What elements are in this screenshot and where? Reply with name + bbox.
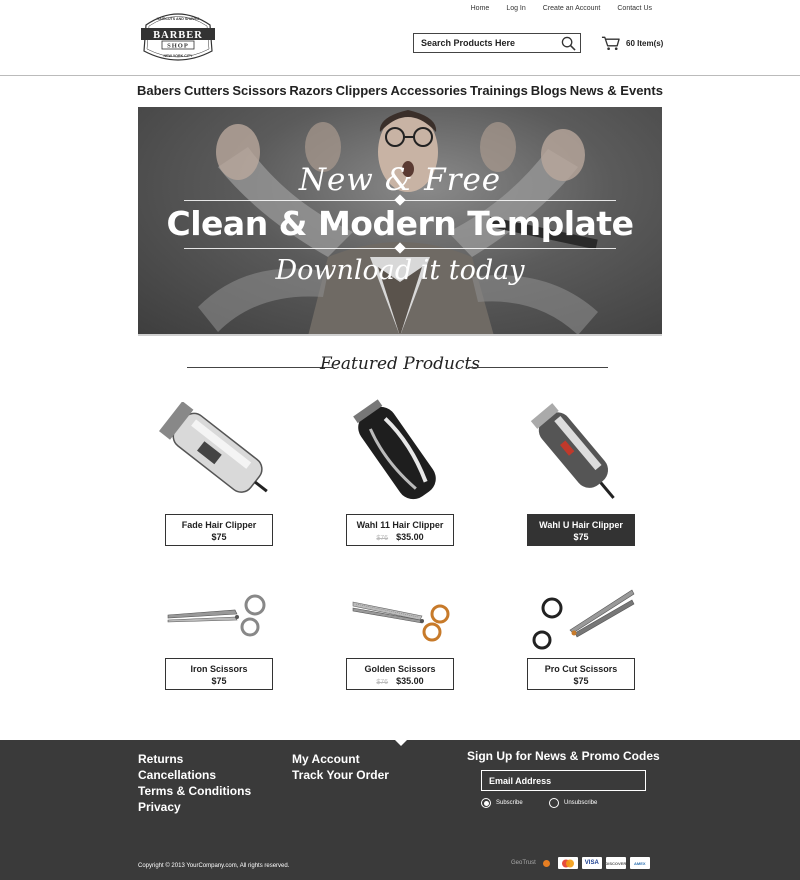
wahl-11-hair-clipper-image[interactable] (342, 398, 452, 508)
search-input[interactable] (414, 38, 554, 48)
product-label[interactable]: Iron Scissors $75 (165, 658, 273, 690)
email-field[interactable] (481, 770, 646, 791)
header-divider (0, 75, 800, 76)
hero-script-top: New & Free (298, 162, 502, 198)
nav-item-trainings[interactable]: Trainings (470, 83, 528, 98)
featured-divider-right (468, 367, 608, 368)
signup-title: Sign Up for News & Promo Codes (467, 749, 660, 763)
track-order-link[interactable]: Track Your Order (292, 767, 389, 783)
product-label[interactable]: Pro Cut Scissors $75 (527, 658, 635, 690)
barber-shop-logo[interactable]: HAIRCUTS AND SHAVES BARBER SHOP NEW YORK… (138, 7, 218, 67)
radio-selected-icon (481, 798, 491, 808)
visa-icon: VISA (581, 857, 602, 869)
cart[interactable]: 60 Item(s) (601, 35, 663, 51)
login-link[interactable]: Log In (506, 5, 525, 12)
my-account-link[interactable]: My Account (292, 751, 389, 767)
product-name: Pro Cut Scissors (544, 664, 618, 674)
home-link[interactable]: Home (471, 5, 490, 12)
nav-item-news-events[interactable]: News & Events (570, 83, 663, 98)
product-name: Wahl U Hair Clipper (539, 520, 623, 530)
geotrust-badge: GeoTrust (511, 860, 536, 866)
footer-notch (395, 740, 407, 746)
product-price: $75 (573, 532, 589, 542)
hero-script-bottom: Download it today (275, 255, 525, 286)
subscribe-radio[interactable]: Subscribe (481, 798, 523, 808)
top-links: Home Log In Create an Account Contact Us (454, 5, 652, 12)
product-old-price: $76 (376, 535, 389, 542)
unsubscribe-label: Unsubscribe (564, 800, 598, 806)
nav-item-scissors[interactable]: Scissors (232, 83, 286, 98)
nav-item-blogs[interactable]: Blogs (531, 83, 567, 98)
fade-hair-clipper-image[interactable] (150, 402, 280, 502)
product-name: Golden Scissors (364, 664, 436, 674)
product-label[interactable]: Wahl 11 Hair Clipper $76 $35.00 (346, 514, 454, 546)
iron-scissors-image[interactable] (165, 593, 280, 638)
wahl-u-hair-clipper-image[interactable] (520, 400, 630, 505)
geotrust-icon (542, 859, 550, 867)
product-price: $75 (211, 676, 227, 686)
nav-item-clippers[interactable]: Clippers (336, 83, 388, 98)
footer-links-col2: My Account Track Your Order (292, 751, 389, 783)
search-box (413, 33, 581, 53)
product-label[interactable]: Fade Hair Clipper $75 (165, 514, 273, 546)
subscribe-label: Subscribe (496, 800, 523, 806)
product-old-price: $76 (376, 679, 389, 686)
cart-icon (601, 36, 620, 51)
terms-conditions-link[interactable]: Terms & Conditions (138, 783, 251, 799)
returns-link[interactable]: Returns (138, 751, 251, 767)
product-price: $35.00 (396, 532, 424, 542)
nav-item-cutters[interactable]: Cutters (184, 83, 230, 98)
featured-title: Featured Products (319, 354, 481, 374)
search-icon[interactable] (561, 36, 576, 51)
create-account-link[interactable]: Create an Account (543, 5, 601, 12)
product-price: $75 (573, 676, 589, 686)
mastercard-icon (557, 857, 578, 869)
svg-text:BARBER: BARBER (153, 30, 203, 41)
product-price: $75 (211, 532, 227, 542)
footer-links-col1: Returns Cancellations Terms & Conditions… (138, 751, 251, 815)
nav-item-accessories[interactable]: Accessories (391, 83, 468, 98)
unsubscribe-radio[interactable]: Unsubscribe (549, 798, 597, 808)
nav-item-babers[interactable]: Babers (137, 83, 181, 98)
amex-icon: AMEX (629, 857, 650, 869)
product-price: $35.00 (396, 676, 424, 686)
contact-us-link[interactable]: Contact Us (617, 5, 652, 12)
discover-icon: DISCOVER (605, 857, 626, 869)
product-name: Fade Hair Clipper (181, 520, 257, 530)
svg-text:SHOP: SHOP (167, 43, 189, 50)
radio-unselected-icon (549, 798, 559, 808)
pro-cut-scissors-image[interactable] (530, 588, 635, 650)
golden-scissors-image[interactable] (350, 592, 465, 642)
hero-banner[interactable]: New & Free Clean & Modern Template Downl… (138, 107, 662, 336)
product-name: Iron Scissors (190, 664, 248, 674)
product-label[interactable]: Wahl U Hair Clipper $75 (527, 514, 635, 546)
footer: Returns Cancellations Terms & Conditions… (0, 740, 800, 880)
product-label[interactable]: Golden Scissors $76 $35.00 (346, 658, 454, 690)
svg-text:HAIRCUTS AND SHAVES: HAIRCUTS AND SHAVES (157, 17, 200, 21)
cart-count: 60 Item(s) (626, 38, 664, 48)
copyright: Copyright © 2013 YourCompany.com, All ri… (138, 863, 290, 869)
privacy-link[interactable]: Privacy (138, 799, 251, 815)
cancellations-link[interactable]: Cancellations (138, 767, 251, 783)
main-nav: Babers Cutters Scissors Razors Clippers … (137, 83, 663, 98)
product-name: Wahl 11 Hair Clipper (356, 520, 444, 530)
svg-text:NEW YORK CITY: NEW YORK CITY (164, 54, 193, 58)
payment-badges: GeoTrust VISA DISCOVER AMEX (511, 857, 650, 869)
nav-item-razors[interactable]: Razors (289, 83, 332, 98)
hero-headline: Clean & Modern Template (166, 204, 634, 243)
